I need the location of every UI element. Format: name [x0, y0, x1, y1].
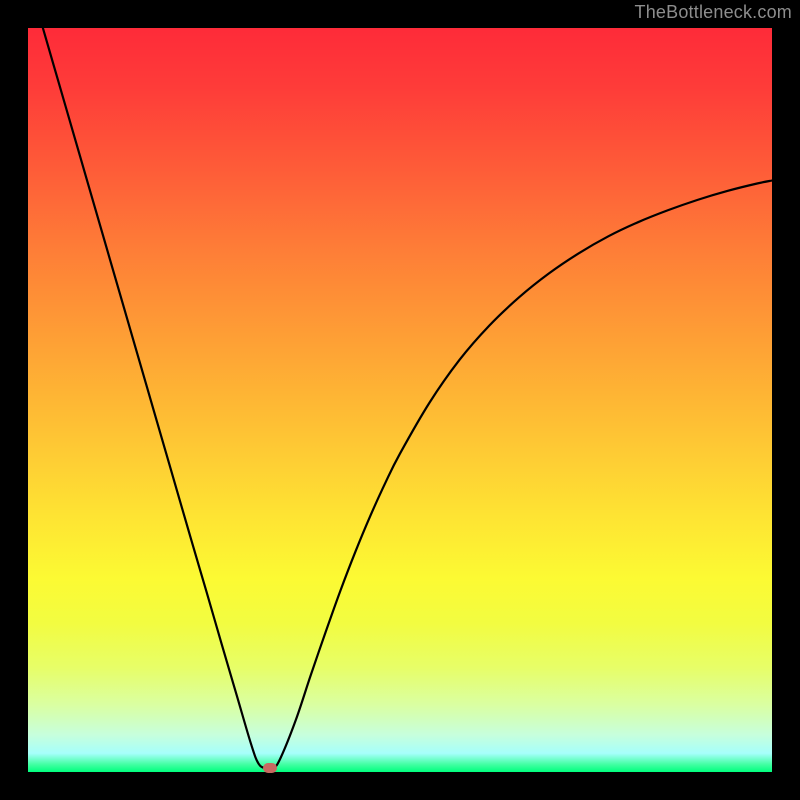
plot-area: [28, 28, 772, 772]
bottleneck-curve: [28, 28, 772, 772]
chart-container: TheBottleneck.com: [0, 0, 800, 800]
watermark: TheBottleneck.com: [635, 2, 792, 23]
minimum-marker: [263, 763, 277, 773]
